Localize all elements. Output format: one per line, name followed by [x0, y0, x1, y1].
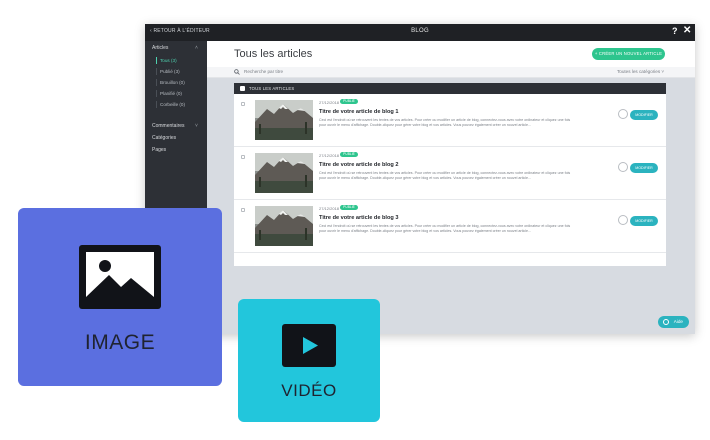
sidebar-item-trash[interactable]: Corbeille (0): [156, 101, 202, 108]
search-icon: [234, 69, 240, 75]
article-thumbnail: [255, 100, 313, 140]
table-row[interactable]: 27/12/2018 PUBLIÉ Titre de votre article…: [234, 94, 666, 147]
sidebar-item-comments[interactable]: Commentaires: [152, 123, 185, 129]
article-title[interactable]: Titre de votre article de blog 2: [319, 162, 398, 168]
status-badge: PUBLIÉ: [340, 99, 358, 104]
table-row[interactable]: 27/12/2018 PUBLIÉ Titre de votre article…: [234, 200, 666, 253]
article-list-header: TOUS LES ARTICLES: [234, 83, 666, 94]
page-title: Tous les articles: [234, 48, 313, 60]
row-checkbox[interactable]: [241, 208, 245, 212]
sidebar-item-published[interactable]: Publié (3): [156, 68, 202, 75]
table-row[interactable]: 27/12/2018 PUBLIÉ Titre de votre article…: [234, 147, 666, 200]
article-excerpt: Ceci est l'endroit où se retrouvent les …: [319, 224, 571, 233]
sidebar-item-scheduled[interactable]: Planifié (0): [156, 90, 202, 97]
article-list: TOUS LES ARTICLES 27/12/2018 PUBLIÉ Titr…: [234, 83, 666, 266]
row-options-radio[interactable]: [618, 109, 628, 119]
play-icon: [282, 324, 336, 367]
help-button[interactable]: Aide: [658, 316, 689, 328]
article-date: 27/12/2018: [319, 100, 340, 105]
sidebar-item-categories[interactable]: Catégories: [152, 135, 176, 141]
help-icon[interactable]: ?: [672, 26, 678, 36]
sidebar-item-drafts[interactable]: Brouillon (0): [156, 79, 202, 86]
sidebar-item-articles[interactable]: Articles: [152, 45, 168, 51]
category-filter-dropdown[interactable]: Toutes les catégories ˅: [617, 69, 664, 74]
edit-article-button[interactable]: MODIFIER: [630, 216, 658, 226]
article-title[interactable]: Titre de votre article de blog 1: [319, 109, 398, 115]
sidebar-item-pages[interactable]: Pages: [152, 147, 166, 153]
video-label: VIDÉO: [281, 381, 337, 400]
search-input[interactable]: Recherche par titre: [244, 69, 283, 74]
chevron-up-icon[interactable]: ˄: [195, 45, 198, 51]
help-button-label: Aide: [673, 319, 683, 324]
article-thumbnail: [255, 206, 313, 246]
edit-article-button[interactable]: MODIFIER: [630, 163, 658, 173]
top-bar: ‹ RETOUR À L'ÉDITEUR BLOG ? ✕: [145, 24, 695, 41]
select-all-checkbox[interactable]: [240, 86, 245, 91]
image-card[interactable]: IMAGE: [18, 208, 222, 386]
row-options-radio[interactable]: [618, 162, 628, 172]
row-checkbox[interactable]: [241, 155, 245, 159]
article-date: 27/12/2018: [319, 153, 340, 158]
image-icon: [79, 245, 161, 309]
row-checkbox[interactable]: [241, 102, 245, 106]
chevron-down-icon[interactable]: ˅: [195, 123, 198, 129]
window-title: BLOG: [411, 28, 429, 34]
article-excerpt: Ceci est l'endroit où se retrouvent les …: [319, 171, 571, 180]
article-date: 27/12/2018: [319, 206, 340, 211]
status-badge: PUBLIÉ: [340, 152, 358, 157]
create-new-article-button[interactable]: + CRÉER UN NOUVEL ARTICLE: [592, 48, 665, 60]
search-bar: Recherche par titre Toutes les catégorie…: [207, 67, 695, 78]
article-excerpt: Ceci est l'endroit où se retrouvent les …: [319, 118, 571, 127]
image-label: IMAGE: [84, 331, 156, 354]
close-icon[interactable]: ✕: [683, 25, 691, 36]
video-card[interactable]: VIDÉO: [238, 299, 380, 422]
article-thumbnail: [255, 153, 313, 193]
list-header-label: TOUS LES ARTICLES: [249, 86, 295, 91]
row-options-radio[interactable]: [618, 215, 628, 225]
edit-article-button[interactable]: MODIFIER: [630, 110, 658, 120]
blog-manager-window: ‹ RETOUR À L'ÉDITEUR BLOG ? ✕ Articles ˄…: [145, 24, 695, 334]
page-header: Tous les articles + CRÉER UN NOUVEL ARTI…: [207, 41, 695, 67]
sidebar-item-all[interactable]: Tous (3): [156, 57, 202, 64]
article-title[interactable]: Titre de votre article de blog 3: [319, 215, 398, 221]
help-circle-icon: [663, 319, 669, 325]
status-badge: PUBLIÉ: [340, 205, 358, 210]
